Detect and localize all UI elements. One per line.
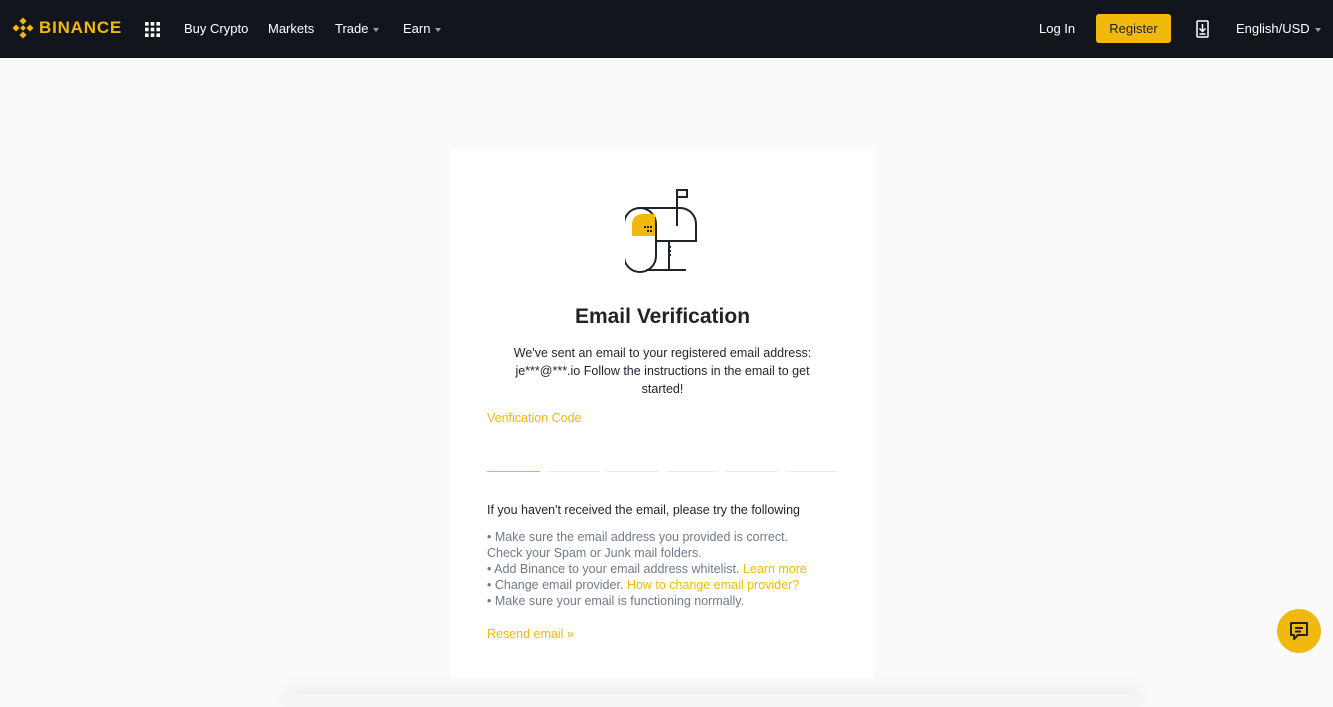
login-link[interactable]: Log In (1039, 20, 1075, 38)
nav-label: Earn (403, 21, 431, 36)
verification-code-label: Verification Code (487, 411, 582, 425)
code-digit-1[interactable] (487, 448, 540, 472)
grid-icon[interactable] (145, 22, 160, 37)
nav-earn[interactable]: Earn (403, 20, 442, 38)
chat-button[interactable] (1277, 609, 1321, 653)
chat-icon (1290, 622, 1308, 640)
troubleshooting-tips: • Make sure the email address you provid… (487, 529, 847, 609)
tip-item: Check your Spam or Junk mail folders. (487, 546, 702, 560)
nav-buy-crypto[interactable]: Buy Crypto (184, 20, 248, 38)
bottom-panel (285, 694, 1140, 707)
learn-more-link[interactable]: Learn more (743, 562, 807, 576)
register-button[interactable]: Register (1096, 14, 1171, 43)
code-digit-2[interactable] (546, 448, 600, 472)
language-selector[interactable]: English/USD (1236, 20, 1321, 38)
tip-item: • Change email provider. How to change e… (487, 577, 847, 593)
top-navbar: BINANCE Buy Crypto Markets Trade Earn Lo… (0, 0, 1333, 58)
caret-down-icon (373, 27, 380, 32)
code-digit-3[interactable] (606, 448, 660, 472)
resend-email-link[interactable]: Resend email » (487, 627, 574, 641)
caret-down-icon (1314, 27, 1321, 32)
code-digit-6[interactable] (784, 448, 838, 472)
caret-down-icon (435, 27, 442, 32)
change-email-provider-link[interactable]: How to change email provider? (627, 578, 799, 592)
tip-item: • Add Binance to your email address whit… (487, 561, 847, 577)
download-icon[interactable] (1196, 20, 1209, 38)
tip-item: • Make sure the email address you provid… (487, 530, 789, 544)
verification-code-input (487, 448, 838, 474)
tip-item: • Make sure your email is functioning no… (487, 594, 745, 608)
nav-markets[interactable]: Markets (268, 20, 314, 38)
nav-label: Trade (335, 21, 369, 36)
verification-description: We've sent an email to your registered e… (513, 346, 812, 396)
code-digit-5[interactable] (725, 448, 779, 472)
nav-label: Buy Crypto (184, 21, 249, 36)
code-digit-4[interactable] (665, 448, 719, 472)
brand-name: BINANCE (39, 18, 123, 37)
binance-logo[interactable]: BINANCE (12, 17, 122, 39)
tip-text: • Change email provider. (487, 578, 624, 592)
language-label: English/USD (1236, 21, 1310, 36)
page-title: Email Verification (574, 305, 751, 328)
help-title: If you haven't received the email, pleas… (487, 503, 800, 517)
tip-text: • Add Binance to your email address whit… (487, 562, 740, 576)
mailbox-icon (625, 189, 697, 274)
email-verification-card: Email Verification We've sent an email t… (451, 148, 874, 679)
nav-trade[interactable]: Trade (335, 20, 380, 38)
binance-logo-icon (12, 17, 34, 39)
nav-label: Markets (268, 21, 315, 36)
